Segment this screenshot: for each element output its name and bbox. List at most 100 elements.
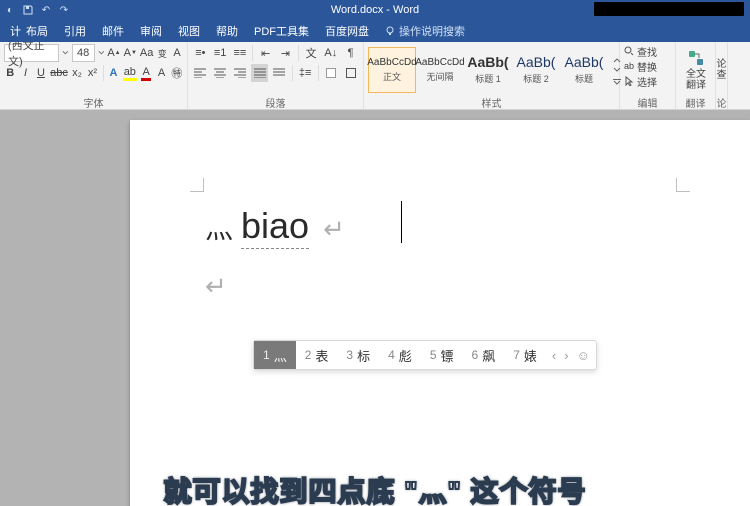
separator bbox=[252, 45, 253, 61]
search-icon bbox=[624, 46, 634, 56]
style-heading2[interactable]: AaBb( 标题 2 bbox=[512, 47, 560, 93]
tab-help[interactable]: 帮助 bbox=[208, 20, 246, 42]
shading-icon[interactable] bbox=[322, 64, 339, 82]
ime-candidate-5[interactable]: 5镖 bbox=[421, 341, 463, 369]
numbering-icon[interactable]: ≡1 bbox=[212, 44, 229, 62]
ime-emoji-icon[interactable]: ☺ bbox=[577, 348, 590, 363]
asian-layout-icon[interactable]: 文 bbox=[303, 44, 320, 62]
chevron-down-icon[interactable] bbox=[98, 49, 105, 57]
ime-candidate-6[interactable]: 6飙 bbox=[463, 341, 505, 369]
select-button[interactable]: 选择 bbox=[624, 74, 671, 88]
save-icon[interactable] bbox=[22, 4, 34, 16]
phonetic-guide-icon[interactable]: 变 bbox=[156, 44, 168, 62]
font-name-combo[interactable]: (西文正文) bbox=[4, 44, 59, 62]
title-bar: ◐ ↶ ↷ Word.docx - Word bbox=[0, 0, 750, 20]
translate-group: 全文 翻译 翻译 bbox=[676, 42, 716, 109]
ime-candidate-7[interactable]: 7婊 bbox=[504, 341, 546, 369]
text-effects-icon[interactable]: A bbox=[107, 64, 119, 82]
font-size-combo[interactable]: 48 bbox=[72, 44, 95, 62]
sort-icon[interactable]: A↓ bbox=[322, 44, 339, 62]
document-body[interactable]: 灬 biao ↵ ↵ bbox=[205, 205, 675, 302]
align-left-icon[interactable] bbox=[192, 64, 209, 82]
styles-group-label: 样式 bbox=[368, 95, 615, 109]
paragraph-mark-icon: ↵ bbox=[205, 271, 227, 301]
paragraph-group: ≡• ≡1 ≡≡ ⇤ ⇥ 文 A↓ ¶ bbox=[188, 42, 364, 109]
undo-icon[interactable]: ↶ bbox=[40, 4, 52, 16]
document-canvas[interactable]: 灬 biao ↵ ↵ 1灬 2表 3标 4彪 5镖 6飙 7婊 ‹ › bbox=[0, 110, 750, 506]
paragraph-mark-icon: ↵ bbox=[323, 214, 345, 245]
tab-baidu[interactable]: 百度网盘 bbox=[317, 20, 377, 42]
align-center-icon[interactable] bbox=[212, 64, 229, 82]
replace-button[interactable]: ab 替换 bbox=[624, 59, 671, 73]
superscript-button[interactable]: x² bbox=[86, 64, 98, 82]
page: 灬 biao ↵ ↵ bbox=[130, 120, 750, 506]
bullets-icon[interactable]: ≡• bbox=[192, 44, 209, 62]
italic-button[interactable]: I bbox=[19, 64, 31, 82]
highlight-icon[interactable]: ab bbox=[123, 64, 137, 82]
font-group: (西文正文) 48 A▲ A▼ Aa 变 A B I U abc x₂ x² bbox=[0, 42, 188, 109]
window-title: Word.docx - Word bbox=[331, 4, 419, 16]
bold-button[interactable]: B bbox=[4, 64, 16, 82]
replace-icon: ab bbox=[624, 61, 634, 71]
separator bbox=[318, 65, 319, 81]
char-shading-icon[interactable]: A bbox=[155, 64, 167, 82]
video-caption: 就可以找到四点底 "灬" 这个符号 bbox=[0, 462, 750, 506]
strike-button[interactable]: abc bbox=[50, 64, 68, 82]
text-line-2: ↵ bbox=[205, 271, 675, 302]
subscript-button[interactable]: x₂ bbox=[71, 64, 83, 82]
find-button[interactable]: 查找 bbox=[624, 44, 671, 58]
distributed-icon[interactable] bbox=[271, 64, 288, 82]
char-border-icon[interactable]: A bbox=[171, 44, 183, 62]
ime-prev-icon[interactable]: ‹ bbox=[552, 348, 556, 363]
margin-corner-tr bbox=[676, 178, 690, 192]
shrink-font-icon[interactable]: A▼ bbox=[124, 44, 137, 62]
tab-view[interactable]: 视图 bbox=[170, 20, 208, 42]
borders-icon[interactable] bbox=[342, 64, 359, 82]
ime-controls: ‹ › ☺ bbox=[546, 341, 596, 369]
chevron-down-icon[interactable] bbox=[62, 49, 69, 57]
align-right-icon[interactable] bbox=[232, 64, 249, 82]
redo-icon[interactable]: ↷ bbox=[58, 4, 70, 16]
tab-review[interactable]: 审阅 bbox=[132, 20, 170, 42]
grow-font-icon[interactable]: A▲ bbox=[107, 44, 120, 62]
translate-icon bbox=[687, 49, 705, 67]
lightbulb-icon bbox=[385, 26, 395, 36]
font-color-icon[interactable]: A bbox=[140, 64, 152, 82]
separator bbox=[298, 45, 299, 61]
redacted-area bbox=[594, 2, 744, 16]
edit-group-label: 编辑 bbox=[624, 95, 671, 109]
edit-group: 查找 ab 替换 选择 编辑 bbox=[620, 42, 676, 109]
word-window: ◐ ↶ ↷ Word.docx - Word 计 布局 引用 邮件 审阅 视图 … bbox=[0, 0, 750, 506]
font-group-label: 字体 bbox=[4, 95, 183, 109]
tab-references[interactable]: 引用 bbox=[56, 20, 94, 42]
style-heading1[interactable]: AaBb( 标题 1 bbox=[464, 47, 512, 93]
change-case-icon[interactable]: Aa bbox=[140, 44, 153, 62]
align-justify-icon[interactable] bbox=[251, 64, 268, 82]
tab-pdf-tools[interactable]: PDF工具集 bbox=[246, 20, 317, 42]
separator bbox=[292, 65, 293, 81]
tab-cut-left[interactable]: 计 bbox=[2, 20, 18, 42]
multilevel-icon[interactable]: ≡≡ bbox=[232, 44, 249, 62]
tell-me-search[interactable]: 操作说明搜索 bbox=[385, 23, 465, 39]
line-spacing-icon[interactable]: ‡≡ bbox=[297, 64, 314, 82]
ime-next-icon[interactable]: › bbox=[564, 348, 568, 363]
tab-mailings[interactable]: 邮件 bbox=[94, 20, 132, 42]
translate-button[interactable]: 全文 翻译 bbox=[680, 44, 712, 95]
ime-candidate-4[interactable]: 4彪 bbox=[379, 341, 421, 369]
ime-candidate-2[interactable]: 2表 bbox=[296, 341, 338, 369]
decrease-indent-icon[interactable]: ⇤ bbox=[257, 44, 274, 62]
enclose-char-icon[interactable]: ㊕ bbox=[171, 64, 183, 82]
right-cut-group: 论 查 论 bbox=[716, 42, 728, 109]
style-nospacing[interactable]: AaBbCcDd 无间隔 bbox=[416, 47, 464, 93]
show-marks-icon[interactable]: ¶ bbox=[342, 44, 359, 62]
tab-layout[interactable]: 布局 bbox=[18, 20, 56, 42]
ribbon: (西文正文) 48 A▲ A▼ Aa 变 A B I U abc x₂ x² bbox=[0, 42, 750, 110]
ime-candidate-3[interactable]: 3标 bbox=[337, 341, 379, 369]
style-normal[interactable]: AaBbCcDd 正文 bbox=[368, 47, 416, 93]
style-title[interactable]: AaBb( 标题 bbox=[560, 47, 608, 93]
ime-candidate-1[interactable]: 1灬 bbox=[254, 341, 296, 369]
underline-button[interactable]: U bbox=[35, 64, 47, 82]
increase-indent-icon[interactable]: ⇥ bbox=[277, 44, 294, 62]
autosave-toggle[interactable]: ◐ bbox=[4, 4, 16, 16]
translate-group-label: 翻译 bbox=[680, 95, 711, 109]
